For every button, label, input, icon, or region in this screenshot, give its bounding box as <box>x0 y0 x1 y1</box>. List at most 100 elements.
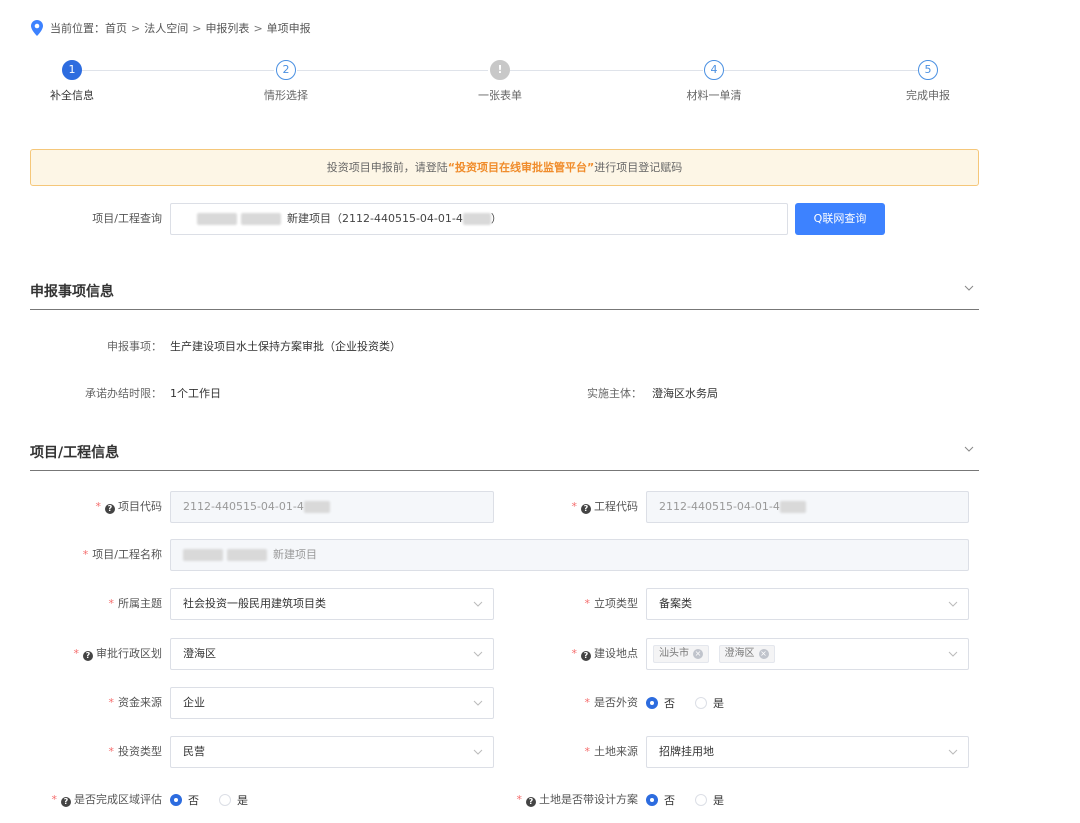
redacted-text <box>241 213 281 225</box>
help-icon[interactable]: ? <box>105 504 115 514</box>
help-icon[interactable]: ? <box>581 504 591 514</box>
land-design-label: *? 土地是否带设计方案 <box>516 793 638 807</box>
step-number-warning-icon: ! <box>490 60 510 80</box>
chevron-down-icon <box>948 651 958 657</box>
step-label: 一张表单 <box>478 89 522 102</box>
deadline-value: 1个工作日 <box>170 387 221 400</box>
radio-unchecked-icon <box>219 794 231 806</box>
engineering-code-label: *? 工程代码 <box>571 500 638 514</box>
location-tag: 澄海区 × <box>718 645 775 663</box>
radio-checked-icon <box>646 794 658 806</box>
breadcrumb-separator: > <box>253 21 263 35</box>
breadcrumb-separator: > <box>192 21 202 35</box>
project-query-row: 项目/工程查询 新建项目（2112-440515-04-01-4 ） Q联网查询 <box>0 203 1080 235</box>
chevron-down-icon <box>948 749 958 755</box>
radio-unchecked-icon <box>695 794 707 806</box>
breadcrumb-home[interactable]: 首页 <box>105 20 127 36</box>
redacted-text <box>227 549 267 561</box>
step-number: 2 <box>276 60 296 80</box>
chevron-down-icon <box>473 601 483 607</box>
step-3[interactable]: ! 一张表单 <box>440 60 560 103</box>
step-2[interactable]: 2 情形选择 <box>226 60 346 103</box>
invest-type-select[interactable]: 民营 <box>170 736 494 768</box>
notice-text: 投资项目申报前，请登陆 <box>326 161 448 174</box>
step-label: 情形选择 <box>264 89 308 102</box>
breadcrumb-apply-list[interactable]: 申报列表 <box>205 20 249 36</box>
approval-type-select[interactable]: 备案类 <box>646 588 969 620</box>
tag-close-icon[interactable]: × <box>693 649 703 659</box>
breadcrumb-legal-space[interactable]: 法人空间 <box>144 20 188 36</box>
land-design-radio-yes[interactable]: 是 <box>695 792 724 808</box>
redacted-text <box>779 501 806 513</box>
invest-type-label: * 投资类型 <box>108 745 163 758</box>
land-source-label: * 土地来源 <box>584 745 639 758</box>
step-label: 补全信息 <box>50 89 94 102</box>
project-name-label: * 项目/工程名称 <box>82 548 162 561</box>
chevron-down-icon[interactable] <box>963 282 975 294</box>
step-label: 完成申报 <box>906 89 950 102</box>
apply-item-label: 申报事项： <box>107 340 162 353</box>
project-code-label: *? 项目代码 <box>95 500 162 514</box>
land-design-radio-no[interactable]: 否 <box>646 792 675 808</box>
breadcrumb-single-apply: 单项申报 <box>266 22 311 35</box>
project-query-input[interactable]: 新建项目（2112-440515-04-01-4 ） <box>170 203 788 235</box>
help-icon[interactable]: ? <box>526 797 536 807</box>
progress-steps: 1 补全信息 2 情形选择 ! 一张表单 4 材料一单清 5 完成申报 <box>0 60 1080 110</box>
notice-text: 进行项目登记赋码 <box>594 161 683 174</box>
district-select[interactable]: 澄海区 <box>170 638 494 670</box>
project-code-input: 2112-440515-04-01-4 <box>170 491 494 523</box>
section-project-info-header[interactable]: 项目/工程信息 <box>30 441 979 471</box>
funding-select[interactable]: 企业 <box>170 687 494 719</box>
approval-type-label: * 立项类型 <box>584 597 639 610</box>
chevron-down-icon <box>948 601 958 607</box>
location-label: *? 建设地点 <box>571 647 638 661</box>
apply-item-value: 生产建设项目水土保持方案审批（企业投资类） <box>170 340 401 353</box>
step-label: 材料一单清 <box>686 89 742 102</box>
notice-banner: 投资项目申报前，请登陆“投资项目在线审批监管平台”进行项目登记赋码 <box>30 149 979 186</box>
step-number: 1 <box>62 60 82 80</box>
breadcrumb-prefix: 当前位置： <box>50 22 105 35</box>
project-query-value-end: ） <box>490 212 502 225</box>
project-query-value: 新建项目（2112-440515-04-01-4 <box>287 212 463 225</box>
chevron-down-icon[interactable] <box>963 443 975 455</box>
step-1[interactable]: 1 补全信息 <box>12 60 132 103</box>
land-design-radio-group: 否 是 <box>646 784 744 816</box>
land-source-select[interactable]: 招牌挂用地 <box>646 736 969 768</box>
tag-close-icon[interactable]: × <box>758 649 769 659</box>
section-title: 项目/工程信息 <box>30 445 120 461</box>
redacted-text <box>183 549 223 561</box>
step-4[interactable]: 4 材料一单清 <box>654 60 774 103</box>
regional-eval-label: *? 是否完成区域评估 <box>51 793 162 807</box>
funding-label: * 资金来源 <box>108 696 163 709</box>
foreign-label: * 是否外资 <box>584 696 639 709</box>
project-name-input: 新建项目 <box>170 539 969 571</box>
help-icon[interactable]: ? <box>61 797 71 807</box>
chevron-down-icon <box>473 651 483 657</box>
authority-label: 实施主体： <box>587 387 642 400</box>
foreign-radio-yes[interactable]: 是 <box>695 695 724 711</box>
location-multiselect[interactable]: 汕头市 × 澄海区 × <box>646 638 969 670</box>
help-icon[interactable]: ? <box>83 651 93 661</box>
chevron-down-icon <box>473 700 483 706</box>
location-tag: 汕头市 × <box>653 645 709 663</box>
section-apply-info-header[interactable]: 申报事项信息 <box>30 280 979 310</box>
authority-value: 澄海区水务局 <box>652 387 718 400</box>
project-query-label: 项目/工程查询 <box>92 212 162 225</box>
district-label: *? 审批行政区划 <box>73 647 162 661</box>
regional-eval-radio-yes[interactable]: 是 <box>219 792 248 808</box>
breadcrumb: 当前位置： 首页 > 法人空间 > 申报列表 > 单项申报 <box>30 20 311 36</box>
section-title: 申报事项信息 <box>30 284 114 300</box>
online-query-button[interactable]: Q联网查询 <box>795 203 885 235</box>
breadcrumb-separator: > <box>131 21 141 35</box>
regional-eval-radio-no[interactable]: 否 <box>170 792 199 808</box>
foreign-radio-no[interactable]: 否 <box>646 695 675 711</box>
engineering-code-input: 2112-440515-04-01-4 <box>646 491 969 523</box>
theme-select[interactable]: 社会投资一般民用建筑项目类 <box>170 588 494 620</box>
theme-label: * 所属主题 <box>108 597 163 610</box>
help-icon[interactable]: ? <box>581 651 591 661</box>
step-5[interactable]: 5 完成申报 <box>868 60 988 103</box>
redacted-text <box>303 501 330 513</box>
radio-checked-icon <box>646 697 658 709</box>
platform-link[interactable]: “投资项目在线审批监管平台” <box>448 161 594 174</box>
radio-unchecked-icon <box>695 697 707 709</box>
